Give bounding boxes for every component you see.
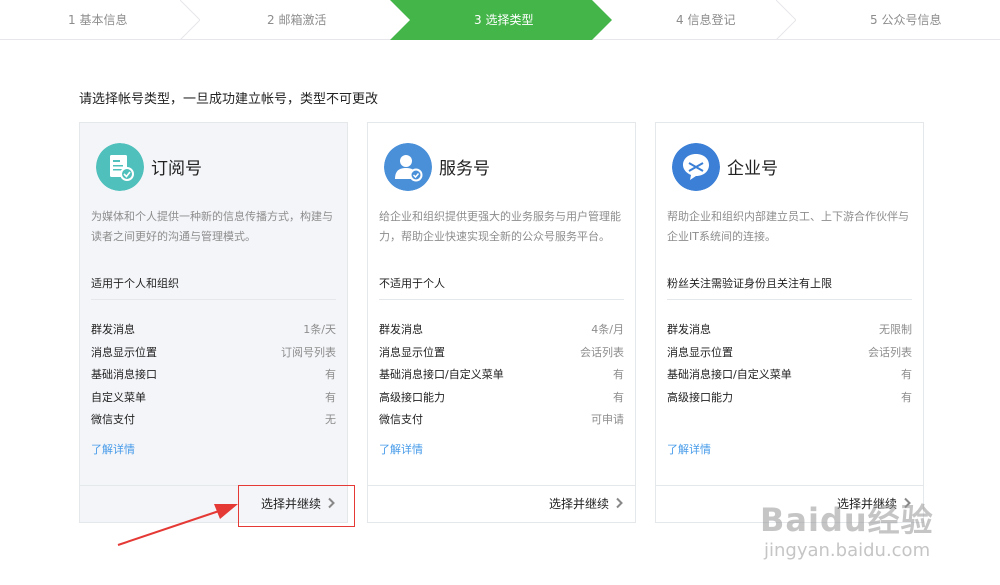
feature-name: 自定义菜单 (91, 390, 146, 404)
highlight-annotation-box (238, 485, 355, 527)
learn-more-link[interactable]: 了解详情 (91, 441, 135, 457)
step-bar: 1 基本信息 2 邮箱激活 3 选择类型 4 信息登记 5 公众号信息 (0, 0, 1000, 40)
subscription-icon (96, 143, 144, 191)
feature-name: 微信支付 (91, 413, 135, 427)
feature-row: 消息显示位置 会话列表 (379, 342, 624, 365)
page-instruction: 请选择帐号类型，一旦成功建立帐号，类型不可更改 (79, 92, 379, 107)
feature-name: 群发消息 (379, 323, 423, 336)
feature-row: 基础消息接口/自定义菜单 有 (379, 364, 624, 387)
card-footer: 选择并继续 (368, 485, 635, 522)
annotation-arrow-icon (117, 504, 238, 546)
step-basic-info: 1 基本信息 (68, 13, 128, 27)
feature-row: 基础消息接口/自定义菜单 有 (667, 364, 912, 387)
feature-value: 会话列表 (868, 345, 912, 359)
divider (91, 299, 336, 300)
feature-row: 群发消息 无限制 (667, 319, 912, 342)
feature-value: 订阅号列表 (281, 345, 336, 359)
step-divider (776, 0, 796, 40)
feature-name: 高级接口能力 (667, 390, 733, 404)
card-description: 帮助企业和组织内部建立员工、上下游合作伙伴与企业IT系统间的连接。 (667, 210, 909, 243)
feature-value: 4条/月 (591, 323, 624, 336)
feature-row: 微信支付 无 (91, 409, 336, 432)
feature-value: 无限制 (879, 323, 912, 336)
card-title: 企业号 (727, 159, 778, 179)
feature-row: 消息显示位置 订阅号列表 (91, 342, 336, 365)
divider (379, 299, 624, 300)
enterprise-icon (672, 143, 720, 191)
feature-row: 基础消息接口 有 (91, 364, 336, 387)
feature-row: 高级接口能力 有 (379, 387, 624, 410)
feature-name: 消息显示位置 (379, 345, 445, 359)
select-continue-label: 选择并继续 (548, 497, 609, 511)
feature-name: 高级接口能力 (379, 390, 445, 404)
feature-list: 群发消息 无限制 消息显示位置 会话列表 基础消息接口/自定义菜单有 高级接口能力有 (667, 319, 912, 409)
feature-row: 微信支付 可申请 (379, 409, 624, 432)
card-service: 服务号 给企业和组织提供更强大的业务服务与用户管理能力，帮助企业快速实现全新的公… (367, 122, 636, 523)
feature-name: 消息显示位置 (667, 345, 733, 359)
feature-value: 有 (901, 390, 912, 404)
card-enterprise: 企业号 帮助企业和组织内部建立员工、上下游合作伙伴与企业IT系统间的连接。 粉丝… (655, 122, 924, 523)
divider (667, 299, 912, 300)
card-subscription: 订阅号 为媒体和个人提供一种新的信息传播方式，构建与读者之间更好的沟通与管理模式… (79, 122, 348, 523)
select-continue-button[interactable]: 选择并继续 (549, 486, 625, 522)
feature-row: 群发消息 4条/月 (379, 319, 624, 342)
feature-row: 群发消息 1条/天 (91, 319, 336, 342)
chevron-right-icon (616, 497, 623, 509)
step-divider (180, 0, 200, 40)
feature-value: 有 (613, 390, 624, 404)
step-info-registration: 4 信息登记 (676, 13, 736, 27)
feature-list: 群发消息 1条/天 消息显示位置 订阅号列表 基础消息接口有 自定义菜单有 微信支付… (91, 319, 336, 432)
feature-value: 会话列表 (580, 345, 624, 359)
card-applicability: 粉丝关注需验证身份且关注有上限 (667, 277, 832, 290)
baidu-watermark: Baidu经验 (760, 501, 934, 539)
card-applicability: 不适用于个人 (379, 277, 445, 290)
learn-more-link[interactable]: 了解详情 (667, 441, 711, 457)
feature-value: 有 (901, 368, 912, 382)
feature-name: 群发消息 (667, 323, 711, 336)
feature-value: 可申请 (591, 413, 624, 427)
step-select-type: 3 选择类型 (474, 13, 534, 27)
feature-name: 微信支付 (379, 413, 423, 427)
page: 1 基本信息 2 邮箱激活 3 选择类型 4 信息登记 5 公众号信息 请选择帐… (0, 0, 1000, 585)
feature-value: 有 (613, 368, 624, 382)
watermark-url: jingyan.baidu.com (764, 540, 931, 561)
feature-row: 高级接口能力 有 (667, 387, 912, 410)
card-title: 服务号 (439, 159, 490, 179)
feature-value: 有 (325, 368, 336, 382)
step-email-activation: 2 邮箱激活 (267, 13, 327, 27)
feature-list: 群发消息 4条/月 消息显示位置 会话列表 基础消息接口/自定义菜单有 高级接口能力… (379, 319, 624, 432)
learn-more-link[interactable]: 了解详情 (379, 441, 423, 457)
feature-value: 无 (325, 413, 336, 427)
feature-row: 自定义菜单 有 (91, 387, 336, 410)
feature-name: 消息显示位置 (91, 345, 157, 359)
step-account-info: 5 公众号信息 (870, 13, 942, 27)
card-applicability: 适用于个人和组织 (91, 277, 179, 290)
feature-name: 基础消息接口 (91, 368, 157, 382)
card-description: 给企业和组织提供更强大的业务服务与用户管理能力，帮助企业快速实现全新的公众号服务… (379, 210, 621, 243)
feature-name: 群发消息 (91, 323, 135, 336)
feature-name: 基础消息接口/自定义菜单 (667, 368, 792, 382)
card-description: 为媒体和个人提供一种新的信息传播方式，构建与读者之间更好的沟通与管理模式。 (91, 210, 333, 243)
feature-name: 基础消息接口/自定义菜单 (379, 368, 504, 382)
card-title: 订阅号 (151, 159, 202, 179)
service-icon (384, 143, 432, 191)
feature-value: 有 (325, 390, 336, 404)
feature-row: 消息显示位置 会话列表 (667, 342, 912, 365)
feature-value: 1条/天 (303, 323, 336, 336)
